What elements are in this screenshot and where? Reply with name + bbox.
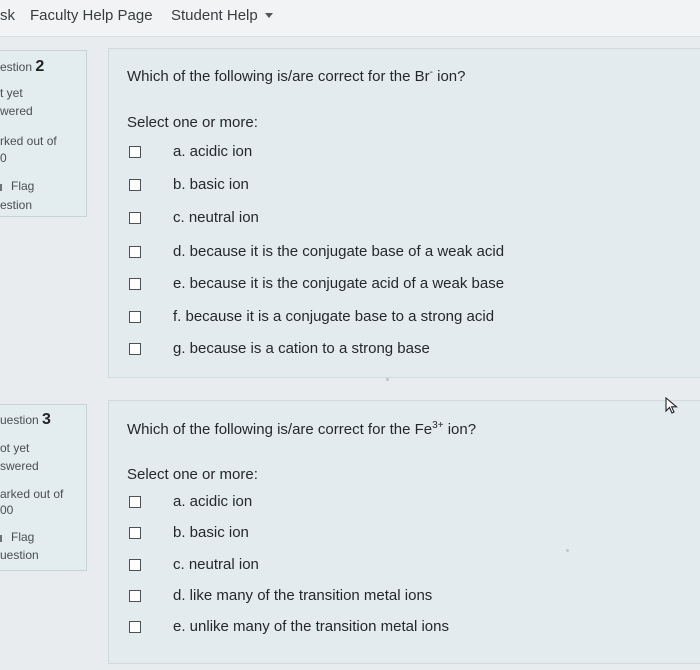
checkbox[interactable] [129, 212, 141, 224]
marks-value: 0 [0, 151, 7, 165]
checkbox[interactable] [129, 621, 141, 633]
checkbox[interactable] [129, 343, 141, 355]
answer-prompt: Select one or more: [127, 466, 258, 483]
checkbox[interactable] [129, 559, 141, 571]
nav-item-student-help[interactable]: Student Help [171, 7, 258, 24]
chevron-down-icon[interactable] [265, 13, 273, 18]
question-text: Which of the following is/are correct fo… [127, 67, 466, 85]
question-label: estion 2 [0, 58, 45, 75]
mouse-cursor-icon [665, 397, 679, 414]
question-content-q3: Which of the following is/are correct fo… [108, 400, 700, 664]
answer-option[interactable]: a. acidic ion [129, 143, 549, 165]
question-text: Which of the following is/are correct fo… [127, 420, 477, 438]
answer-option[interactable]: c. neutral ion [129, 209, 549, 231]
status-line: ot yet [0, 441, 30, 455]
top-navigation: sk Faculty Help Page Student Help [0, 0, 700, 37]
marks-label: arked out of [0, 487, 64, 501]
flag-question-link[interactable]: Flag [0, 179, 34, 193]
status-line: swered [0, 459, 39, 473]
question-number: 3 [42, 411, 51, 428]
marks-value: 00 [0, 503, 14, 517]
checkbox[interactable] [129, 146, 141, 158]
screen-speck [386, 378, 389, 381]
question-label: uestion 3 [0, 411, 51, 428]
answer-option[interactable]: g. because is a cation to a strong base [129, 340, 549, 362]
checkbox[interactable] [129, 246, 141, 258]
checkbox[interactable] [129, 496, 141, 508]
answer-option[interactable]: b. basic ion [129, 176, 549, 198]
answer-option[interactable]: c. neutral ion [129, 556, 549, 578]
answer-prompt: Select one or more: [127, 114, 258, 131]
flag-question-link-cont[interactable]: uestion [0, 548, 39, 562]
question-info-q3: uestion 3 ot yet swered arked out of 00 … [0, 404, 87, 571]
answer-option[interactable]: f. because it is a conjugate base to a s… [129, 308, 549, 330]
status-line: wered [0, 104, 33, 118]
status-line: t yet [0, 86, 23, 100]
question-number: 2 [35, 58, 45, 75]
flag-icon [0, 535, 8, 542]
checkbox[interactable] [129, 527, 141, 539]
answer-option[interactable]: d. because it is the conjugate base of a… [129, 243, 549, 265]
question-info-q2: estion 2 t yet wered rked out of 0 Flag … [0, 50, 87, 217]
checkbox[interactable] [129, 278, 141, 290]
marks-label: rked out of [0, 134, 57, 148]
answer-option[interactable]: e. because it is the conjugate acid of a… [129, 275, 549, 297]
nav-item-desk[interactable]: sk [0, 7, 15, 24]
answer-option[interactable]: b. basic ion [129, 524, 549, 546]
screen-speck [566, 549, 569, 552]
answer-option[interactable]: d. like many of the transition metal ion… [129, 587, 549, 609]
checkbox[interactable] [129, 590, 141, 602]
answer-option[interactable]: e. unlike many of the transition metal i… [129, 618, 549, 640]
flag-question-link-cont[interactable]: estion [0, 198, 32, 212]
checkbox[interactable] [129, 311, 141, 323]
nav-item-faculty-help[interactable]: Faculty Help Page [30, 7, 153, 24]
checkbox[interactable] [129, 179, 141, 191]
answer-option[interactable]: a. acidic ion [129, 493, 549, 515]
flag-question-link[interactable]: Flag [0, 530, 34, 544]
flag-icon [0, 184, 8, 191]
question-content-q2: Which of the following is/are correct fo… [108, 48, 700, 378]
